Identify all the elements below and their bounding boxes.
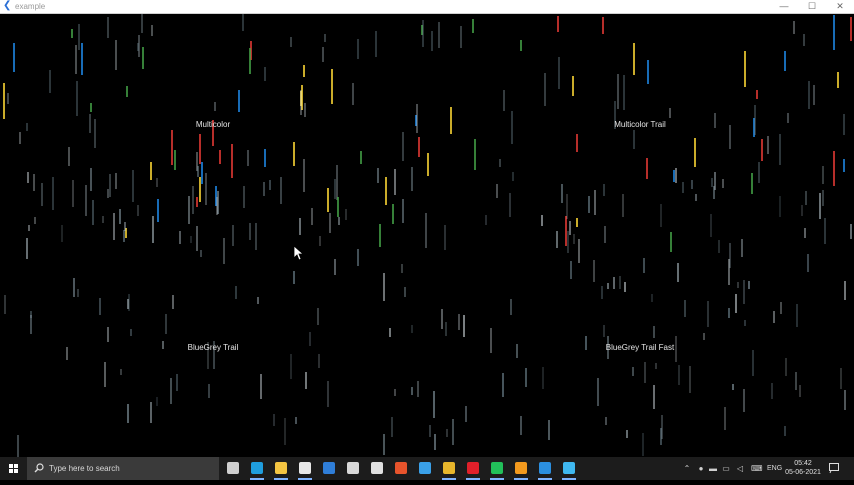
taskbar-app-vscode[interactable] [533, 457, 557, 480]
taskbar-app-feather-app[interactable] [413, 457, 437, 480]
chat-icon [491, 462, 503, 474]
clock-time[interactable]: 05:42 [783, 460, 823, 468]
show-hidden-icons-icon[interactable]: ⌃ [683, 464, 691, 473]
label-multicolor: Multicolor [195, 120, 231, 129]
xbox-icon [371, 462, 383, 474]
rain-canvas[interactable]: Multicolor Multicolor Trail BlueGrey Tra… [0, 14, 854, 457]
office-icon [395, 462, 407, 474]
search-box[interactable]: Type here to search [27, 457, 219, 480]
notification-center-icon[interactable] [828, 462, 840, 474]
taskbar: Type here to search ⌃ ● ▬ ▭ ◁ ⌨ ENG 05:4… [0, 457, 854, 480]
taskbar-app-pen-app[interactable] [341, 457, 365, 480]
search-icon [34, 463, 44, 473]
close-button[interactable]: ✕ [827, 0, 853, 13]
label-bluegrey-trail: BlueGrey Trail [187, 343, 239, 352]
keyboard-icon[interactable]: ⌨ [751, 464, 763, 473]
taskbar-app-mail[interactable] [317, 457, 341, 480]
search-placeholder: Type here to search [49, 464, 120, 473]
taskbar-app-store[interactable] [293, 457, 317, 480]
store-icon [299, 462, 311, 474]
opera-icon [467, 462, 479, 474]
window-titlebar: ❮ example — ☐ ✕ [0, 0, 854, 14]
label-multicolor-trail: Multicolor Trail [614, 120, 666, 129]
taskbar-app-edge[interactable] [245, 457, 269, 480]
taskbar-app-opera[interactable] [461, 457, 485, 480]
taskbar-app-xbox[interactable] [365, 457, 389, 480]
rain-drops-layer [3, 14, 852, 457]
mouse-pointer-icon [294, 246, 304, 261]
folder-icon [275, 462, 287, 474]
taskbar-app-chrome[interactable] [437, 457, 461, 480]
flutter-icon [563, 462, 575, 474]
window-title: example [15, 2, 46, 11]
taskbar-app-file-explorer[interactable] [269, 457, 293, 480]
maximize-button[interactable]: ☐ [799, 0, 825, 13]
taskbar-app-sublime[interactable] [509, 457, 533, 480]
label-bluegrey-trail-fast: BlueGrey Trail Fast [605, 343, 675, 352]
battery-icon[interactable]: ▬ [709, 464, 717, 473]
network-icon[interactable]: ▭ [722, 464, 730, 473]
people-icon[interactable]: ● [697, 464, 705, 473]
edge-icon [251, 462, 263, 474]
minimize-button[interactable]: — [771, 0, 797, 13]
windows-logo-icon [9, 464, 18, 473]
app-icon: ❮ [3, 0, 12, 11]
language-indicator[interactable]: ENG [767, 464, 782, 473]
vscode-icon [539, 462, 551, 474]
pen-icon [347, 462, 359, 474]
taskbar-app-messages-app[interactable] [485, 457, 509, 480]
chrome-icon [443, 462, 455, 474]
mail-icon [323, 462, 335, 474]
volume-icon[interactable]: ◁ [736, 464, 744, 473]
task-view-icon [227, 462, 239, 474]
taskbar-app-flutter-app[interactable] [557, 457, 581, 480]
start-button[interactable] [0, 457, 27, 480]
feather-icon [419, 462, 431, 474]
taskbar-app-office[interactable] [389, 457, 413, 480]
taskbar-app-task-view[interactable] [221, 457, 245, 480]
clock-date[interactable]: 05-06-2021 [783, 469, 823, 477]
sublime-icon [515, 462, 527, 474]
